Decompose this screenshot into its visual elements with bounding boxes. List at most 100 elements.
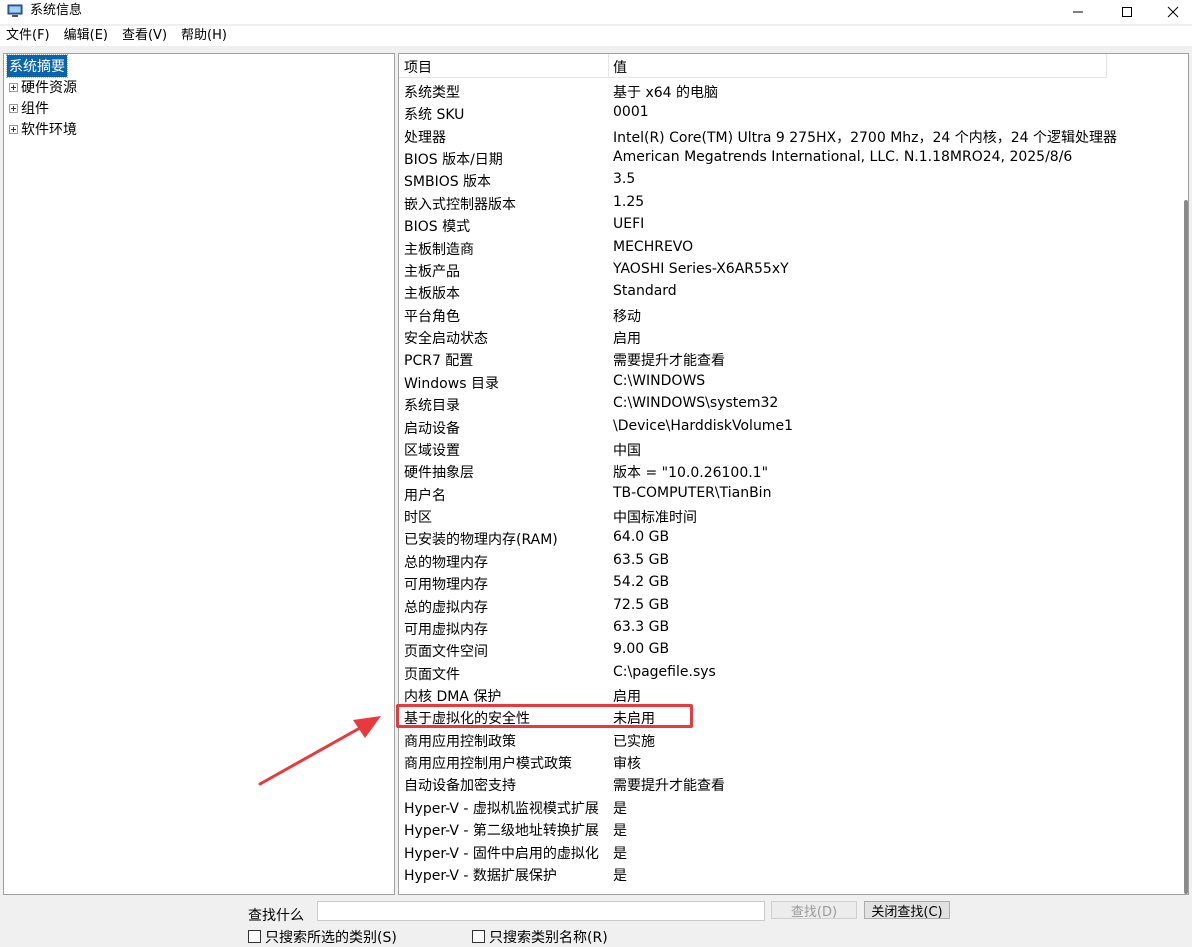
find-what-label: 查找什么 xyxy=(248,908,304,924)
table-row[interactable]: 安全启动状态 启用 xyxy=(399,326,1179,348)
find-button[interactable]: 查找(D) xyxy=(771,901,857,920)
row-item-cell: Hyper-V - 第二级地址转换扩展 xyxy=(404,823,599,840)
tree-item-system-summary[interactable]: 系统摘要 xyxy=(6,54,68,78)
details-list[interactable]: 项目 值 系统类型 基于 x64 的电脑 系统 SKU 0001 处理器 Intel(R)… xyxy=(398,53,1189,895)
find-input[interactable] xyxy=(317,901,765,921)
row-item-cell: 用户名 xyxy=(404,487,446,504)
row-value-cell: American Megatrends International, LLC. … xyxy=(613,149,1073,166)
row-item-cell: 页面文件空间 xyxy=(404,644,488,661)
menu-edit[interactable]: 编辑(E) xyxy=(58,27,114,45)
table-row[interactable]: 平台角色 移动 xyxy=(399,304,1179,326)
table-row[interactable]: 可用虚拟内存 63.3 GB xyxy=(399,617,1179,639)
table-row[interactable]: Hyper-V - 固件中启用的虚拟化是 xyxy=(399,841,1179,863)
table-row[interactable]: 页面文件空间 9.00 GB xyxy=(399,639,1179,661)
table-row[interactable]: 用户名 TB-COMPUTER\TianBin xyxy=(399,483,1179,505)
row-value-cell: 需要提升才能查看 xyxy=(613,778,725,795)
row-item-cell: 商用应用控制用户模式政策 xyxy=(404,756,572,773)
table-row[interactable]: 基于虚拟化的安全性 未启用 xyxy=(399,706,1179,728)
row-value-cell: 中国标准时间 xyxy=(613,510,697,527)
table-row[interactable]: 自动设备加密支持 需要提升才能查看 xyxy=(399,773,1179,795)
row-value-cell: 63.5 GB xyxy=(613,551,670,568)
row-item-cell: BIOS 版本/日期 xyxy=(404,152,503,169)
row-value-cell: 1.25 xyxy=(613,193,645,210)
row-item-cell: 主板产品 xyxy=(404,263,460,280)
table-row[interactable]: 可用物理内存 54.2 GB xyxy=(399,572,1179,594)
tree-item-hardware-resources[interactable]: 硬件资源 xyxy=(7,77,77,97)
table-row[interactable]: Hyper-V - 虚拟机监视模式扩展是 xyxy=(399,796,1179,818)
table-row[interactable]: 页面文件 C:\pagefile.sys xyxy=(399,662,1179,684)
row-value-cell: 审核 xyxy=(613,756,641,773)
tree-item-components[interactable]: 组件 xyxy=(7,98,49,118)
maximize-icon xyxy=(1122,7,1132,17)
expand-plus-icon[interactable] xyxy=(9,103,18,113)
checkbox-label: 只搜索所选的类别(S) xyxy=(265,929,397,946)
table-row[interactable]: BIOS 版本/日期 American Megatrends Internatio… xyxy=(399,147,1179,169)
row-item-cell: 基于虚拟化的安全性 xyxy=(404,711,530,728)
expand-plus-icon[interactable] xyxy=(9,82,18,92)
checkbox-box[interactable] xyxy=(248,930,261,943)
table-row[interactable]: SMBIOS 版本 3.5 xyxy=(399,169,1179,191)
row-item-cell: 安全启动状态 xyxy=(404,331,488,348)
table-row[interactable]: 内核 DMA 保护 启用 xyxy=(399,684,1179,706)
row-item-cell: Windows 目录 xyxy=(404,375,499,392)
table-row[interactable]: 系统 SKU 0001 xyxy=(399,102,1179,124)
row-item-cell: 区域设置 xyxy=(404,442,460,459)
table-row[interactable]: Hyper-V - 数据扩展保护 是 xyxy=(399,863,1179,885)
vertical-scrollbar[interactable] xyxy=(1183,54,1189,894)
table-row[interactable]: 商用应用控制政策 已实施 xyxy=(399,729,1179,751)
search-selected-category-checkbox[interactable]: 只搜索所选的类别(S) xyxy=(248,928,397,946)
expand-plus-icon[interactable] xyxy=(9,124,18,134)
row-item-cell: 时区 xyxy=(404,510,432,527)
row-value-cell: C:\WINDOWS xyxy=(613,372,706,389)
table-row[interactable]: 已安装的物理内存(RAM) 64.0 GB xyxy=(399,527,1179,549)
menu-file[interactable]: 文件(F) xyxy=(0,27,56,45)
table-row[interactable]: PCR7 配置 需要提升才能查看 xyxy=(399,348,1179,370)
row-item-cell: 可用物理内存 xyxy=(404,577,488,594)
table-row[interactable]: BIOS 模式 UEFI xyxy=(399,214,1179,236)
close-find-button[interactable]: 关闭查找(C) xyxy=(864,901,950,920)
table-row[interactable]: 嵌入式控制器版本 1.25 xyxy=(399,192,1179,214)
column-divider[interactable] xyxy=(608,54,609,78)
row-value-cell: YAOSHI Series-X6AR55xY xyxy=(613,260,789,277)
row-item-cell: PCR7 配置 xyxy=(404,353,474,370)
table-row[interactable]: 系统类型 基于 x64 的电脑 xyxy=(399,80,1179,102)
column-header-item[interactable]: 项目 xyxy=(404,57,432,77)
row-value-cell: 需要提升才能查看 xyxy=(613,353,725,370)
row-item-cell: 商用应用控制政策 xyxy=(404,733,516,750)
row-item-cell: 总的虚拟内存 xyxy=(404,599,488,616)
table-row[interactable]: 时区 中国标准时间 xyxy=(399,505,1179,527)
row-item-cell: Hyper-V - 虚拟机监视模式扩展 xyxy=(404,800,599,817)
table-row[interactable]: 总的虚拟内存 72.5 GB xyxy=(399,595,1179,617)
column-header-value[interactable]: 值 xyxy=(613,57,627,77)
table-row[interactable]: 主板制造商 MECHREVO xyxy=(399,237,1179,259)
table-row[interactable]: 处理器 Intel(R) Core(TM) Ultra 9 275HX，2700 … xyxy=(399,125,1179,147)
row-item-cell: SMBIOS 版本 xyxy=(404,174,492,191)
row-item-cell: 主板制造商 xyxy=(404,241,474,258)
scrollbar-thumb[interactable] xyxy=(1184,200,1188,894)
menu-view[interactable]: 查看(V) xyxy=(116,27,173,45)
table-row[interactable]: 主板产品 YAOSHI Series-X6AR55xY xyxy=(399,259,1179,281)
close-button[interactable] xyxy=(1150,0,1192,24)
table-row[interactable]: 系统目录 C:\WINDOWS\system32 xyxy=(399,393,1179,415)
column-divider[interactable] xyxy=(1106,54,1107,78)
row-value-cell: 已实施 xyxy=(613,733,655,750)
maximize-button[interactable] xyxy=(1104,0,1150,24)
table-row[interactable]: 总的物理内存 63.5 GB xyxy=(399,550,1179,572)
system-info-app-icon xyxy=(7,4,23,17)
table-row[interactable]: 启动设备 \Device\HarddiskVolume1 xyxy=(399,416,1179,438)
search-category-names-checkbox[interactable]: 只搜索类别名称(R) xyxy=(472,928,608,946)
tree-item-software-environment[interactable]: 软件环境 xyxy=(7,119,77,139)
row-value-cell: 版本 = "10.0.26100.1" xyxy=(613,465,769,482)
table-row[interactable]: 商用应用控制用户模式政策 审核 xyxy=(399,751,1179,773)
menu-help[interactable]: 帮助(H) xyxy=(175,27,233,45)
minimize-button[interactable] xyxy=(1055,0,1101,24)
table-row[interactable]: 主板版本 Standard xyxy=(399,281,1179,303)
table-row[interactable]: Hyper-V - 第二级地址转换扩展是 xyxy=(399,818,1179,840)
category-tree[interactable]: 系统摘要 硬件资源 组件 软件环境 xyxy=(3,53,395,895)
row-value-cell: 是 xyxy=(613,823,627,840)
table-row[interactable]: 硬件抽象层 版本 = "10.0.26100.1" xyxy=(399,460,1179,482)
row-value-cell: 是 xyxy=(613,800,627,817)
table-row[interactable]: Windows 目录 C:\WINDOWS xyxy=(399,371,1179,393)
checkbox-box[interactable] xyxy=(472,930,485,943)
table-row[interactable]: 区域设置 中国 xyxy=(399,438,1179,460)
